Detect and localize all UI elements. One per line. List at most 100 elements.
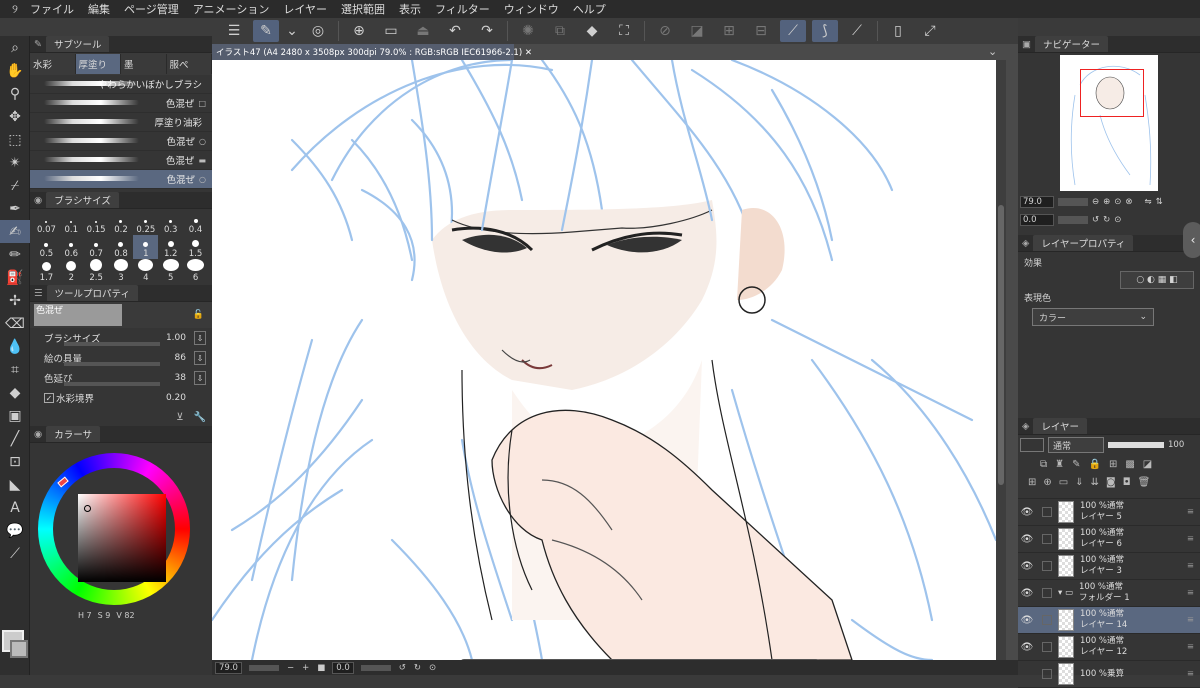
grid-snap-icon[interactable]: ⟋	[844, 20, 870, 42]
dynamics-icon[interactable]: ⇩	[194, 331, 206, 345]
menu-window[interactable]: ウィンドウ	[504, 1, 559, 17]
navigator-angle-field[interactable]: 0.0	[1020, 214, 1054, 226]
angle-field[interactable]: 0.0	[332, 661, 354, 674]
fill-tool-icon[interactable]: ⌗	[0, 358, 30, 381]
vertical-scrollbar[interactable]	[996, 60, 1006, 660]
lock-transparency-icon[interactable]: ⊞	[1109, 459, 1117, 470]
brush-item[interactable]: 色混ぜ □	[30, 94, 212, 113]
bucket-icon[interactable]: ◆	[0, 381, 30, 404]
eye-icon[interactable]: 👁	[1018, 615, 1036, 626]
zoom-field[interactable]: 79.0	[215, 661, 242, 674]
flip-horizontal-icon[interactable]: ⇋	[1145, 197, 1152, 207]
layer-select-checkbox[interactable]	[1042, 561, 1052, 571]
menu-file[interactable]: ファイル	[30, 1, 74, 17]
angle-slider[interactable]	[360, 664, 391, 671]
selection-icon[interactable]: ⬚	[0, 128, 30, 151]
eye-icon[interactable]: 👁	[1018, 534, 1036, 545]
layer-row[interactable]: 👁 ▾ ▭ 100 %通常 フォルダー 1 ≡	[1018, 580, 1200, 607]
zoom-slider[interactable]	[248, 664, 279, 671]
brush-size-option[interactable]: 0.5	[34, 235, 59, 259]
rotate-right-icon[interactable]: ↻	[1103, 215, 1110, 225]
brush-size-option[interactable]: 0.2	[109, 211, 134, 235]
menu-help[interactable]: ヘルプ	[573, 1, 606, 17]
scroll-thumb[interactable]	[998, 205, 1004, 485]
zoom-in-icon[interactable]: +	[302, 663, 309, 673]
layer-menu-icon[interactable]: ≡	[1187, 669, 1194, 679]
navigator-zoom-field[interactable]: 79.0	[1020, 196, 1054, 208]
prop-watercolor-edge[interactable]: ✓ 水彩境界 0.20	[30, 388, 212, 408]
zoom-out-icon[interactable]: ⊖	[1092, 197, 1099, 207]
brush-size-option[interactable]: 1	[133, 235, 159, 259]
navigator-zoom-slider[interactable]	[1058, 198, 1088, 206]
eye-icon[interactable]: 👁	[1018, 642, 1036, 653]
brush-size-option[interactable]: 0.8	[109, 235, 134, 259]
fit-icon[interactable]: ⊙	[1114, 197, 1121, 207]
zoom-out-icon[interactable]: −	[287, 663, 294, 673]
layer-menu-icon[interactable]: ≡	[1187, 615, 1194, 625]
navigator-thumbnail[interactable]	[1060, 55, 1158, 191]
special-ruler-snap-icon[interactable]: ⟆	[812, 20, 838, 42]
merge-down-icon[interactable]: ⇊	[1091, 477, 1099, 488]
apply-mask-icon[interactable]: ◘	[1123, 477, 1131, 488]
layer-menu-icon[interactable]: ≡	[1187, 642, 1194, 652]
gallery-icon[interactable]: ◎	[305, 20, 331, 42]
decoration-icon[interactable]: ✢	[0, 289, 30, 312]
menu-animation[interactable]: アニメーション	[193, 1, 270, 17]
layer-row[interactable]: 👁 100 %通常 レイヤー 5 ≡	[1018, 499, 1200, 526]
hamburger-menu-icon[interactable]: ☰	[221, 20, 247, 42]
tab-thick-paint[interactable]: 厚塗り	[75, 54, 121, 74]
layer-title[interactable]: レイヤー	[1033, 418, 1088, 434]
reference-icon[interactable]: ♜	[1055, 459, 1064, 470]
menu-edit[interactable]: 編集	[88, 1, 110, 17]
brush-size-option[interactable]: 0.7	[84, 235, 109, 259]
layer-select-checkbox[interactable]	[1042, 642, 1052, 652]
mask-enable-icon[interactable]: ▩	[1125, 459, 1134, 470]
auto-select-icon[interactable]: ✴	[0, 151, 30, 174]
brush-size-option[interactable]: 0.07	[34, 211, 59, 235]
eraser-icon[interactable]: ⌫	[0, 312, 30, 335]
saturation-value-square[interactable]	[78, 494, 166, 582]
chevron-down-icon[interactable]: ⌄	[285, 20, 299, 42]
menu-select[interactable]: 選択範囲	[341, 1, 385, 17]
navigator-view-rect[interactable]	[1080, 69, 1144, 117]
hand-icon[interactable]: ✋	[0, 59, 30, 82]
blend-mode-select[interactable]: 通常	[1048, 437, 1104, 453]
layer-menu-icon[interactable]: ≡	[1187, 534, 1194, 544]
save-icon[interactable]: ⏏	[410, 20, 436, 42]
color-picker-cursor[interactable]	[84, 505, 91, 512]
prop-color-stretch[interactable]: 色延び 38 ⇩	[30, 368, 212, 388]
tab-watercolor[interactable]: 水彩	[30, 54, 76, 74]
correct-line-icon[interactable]: ⟋	[0, 542, 30, 565]
draft-icon[interactable]: ✎	[1072, 459, 1080, 470]
zoom-in-icon[interactable]: ⊕	[1103, 197, 1110, 207]
brush-size-option[interactable]: 2.5	[84, 259, 109, 283]
expression-color-select[interactable]: カラー ⌄	[1032, 308, 1154, 326]
reset-rotation-icon[interactable]: ⊙	[429, 663, 436, 673]
layer-menu-icon[interactable]: ≡	[1187, 507, 1194, 517]
brush-size-option[interactable]: 0.6	[59, 235, 84, 259]
brush-item[interactable]: 厚塗り油彩	[30, 113, 212, 132]
prop-slider[interactable]	[64, 342, 160, 346]
brush-size-option[interactable]: 1.5	[183, 235, 208, 259]
delete-layer-icon[interactable]: 🗑	[1138, 477, 1151, 488]
expand-selection-icon[interactable]: ⊞	[716, 20, 742, 42]
ruler-enable-icon[interactable]: ◪	[1143, 459, 1152, 470]
brush-item-selected[interactable]: 色混ぜ ○	[30, 170, 212, 189]
prop-slider[interactable]	[64, 362, 160, 366]
ruler-snap-icon[interactable]: ⟋	[780, 20, 806, 42]
brush-size-option[interactable]: 0.15	[84, 211, 109, 235]
undo-icon[interactable]: ↶	[442, 20, 468, 42]
brush-size-option[interactable]: 1.7	[34, 259, 59, 283]
layer-select-checkbox[interactable]	[1042, 507, 1052, 517]
eye-icon[interactable]: 👁	[1018, 507, 1036, 518]
actual-size-icon[interactable]: ⊗	[1125, 197, 1132, 207]
navigator-title[interactable]: ナビゲーター	[1034, 36, 1108, 52]
transfer-down-icon[interactable]: ⇓	[1075, 477, 1083, 488]
brush-size-option[interactable]: 0.4	[183, 211, 208, 235]
clip-icon[interactable]: ⧉	[1040, 459, 1047, 470]
sub-color-swatch[interactable]	[10, 640, 28, 658]
navigator-angle-slider[interactable]	[1058, 216, 1088, 224]
blend-icon[interactable]: 💧	[0, 335, 30, 358]
brush-size-option[interactable]: 3	[109, 259, 134, 283]
eyedropper-icon[interactable]: ⌿	[0, 174, 30, 197]
